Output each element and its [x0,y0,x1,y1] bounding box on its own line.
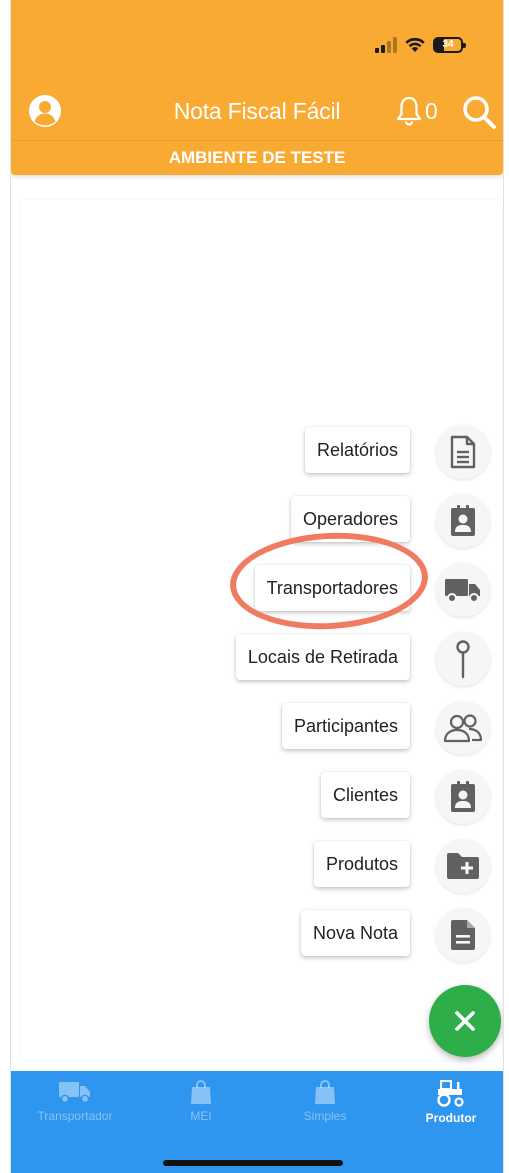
header-row: Nota Fiscal Fácil 0 [11,88,503,136]
fab-item-label[interactable]: Participantes [281,703,410,749]
fab-item-nova-nota[interactable]: Nova Nota [11,901,503,971]
app-header: 34 Nota Fiscal Fácil 0 AMBIENTE DE TESTE [11,0,503,175]
home-indicator [163,1160,343,1166]
fab-item-locais-de-retirada[interactable]: Locais de Retirada [11,625,503,695]
battery-icon: 34 [433,36,466,53]
fab-item-label[interactable]: Produtos [313,841,410,887]
nav-tab-label: MEI [190,1109,212,1123]
fab-item-label[interactable]: Transportadores [254,565,410,611]
search-icon[interactable] [461,94,497,130]
close-fab-button[interactable] [429,985,501,1057]
wifi-icon [405,37,425,52]
shopping-bag-icon [315,1080,335,1104]
signal-icon [375,36,397,53]
nav-tab-label: Simples [303,1109,347,1123]
notification-count: 0 [425,98,438,124]
people-icon[interactable] [436,701,490,755]
truck-icon[interactable] [436,563,490,617]
nav-tab-mei[interactable]: MEI [146,1079,256,1131]
fab-item-relatorios[interactable]: Relatórios [11,418,503,488]
fab-item-label[interactable]: Clientes [320,772,410,818]
environment-banner: AMBIENTE DE TESTE [11,140,503,175]
folder-plus-icon[interactable] [436,839,490,893]
fab-item-operadores[interactable]: Operadores [11,487,503,557]
fab-item-produtos[interactable]: Produtos [11,832,503,902]
badge-icon[interactable] [436,770,490,824]
nav-tab-label: Transportador [37,1109,113,1123]
nav-tab-simples[interactable]: Simples [270,1079,380,1131]
fab-item-label[interactable]: Nova Nota [300,910,410,956]
nav-tab-transportador[interactable]: Transportador [20,1079,130,1131]
pin-icon[interactable] [436,632,490,686]
bottom-navigation: Transportador MEI Simples Produtor [11,1071,503,1173]
bell-icon[interactable] [396,95,422,127]
tractor-icon [437,1080,464,1107]
badge-icon[interactable] [436,494,490,548]
status-bar: 34 [375,36,466,53]
app-screen: 34 Nota Fiscal Fácil 0 AMBIENTE DE TESTE [10,0,504,1173]
shopping-bag-icon [191,1080,211,1104]
close-icon [455,1011,475,1031]
nav-tab-produtor[interactable]: Produtor [396,1079,503,1131]
document-lines-icon[interactable] [436,425,490,479]
nav-tab-label: Produtor [425,1111,477,1125]
fab-item-participantes[interactable]: Participantes [11,694,503,764]
fab-item-label[interactable]: Locais de Retirada [235,634,410,680]
document-icon[interactable] [436,908,490,962]
truck-icon [59,1082,90,1104]
fab-item-clientes[interactable]: Clientes [11,763,503,833]
fab-item-label[interactable]: Relatórios [304,427,410,473]
fab-item-transportadores[interactable]: Transportadores [11,556,503,626]
battery-level: 34 [442,39,454,50]
fab-item-label[interactable]: Operadores [290,496,410,542]
